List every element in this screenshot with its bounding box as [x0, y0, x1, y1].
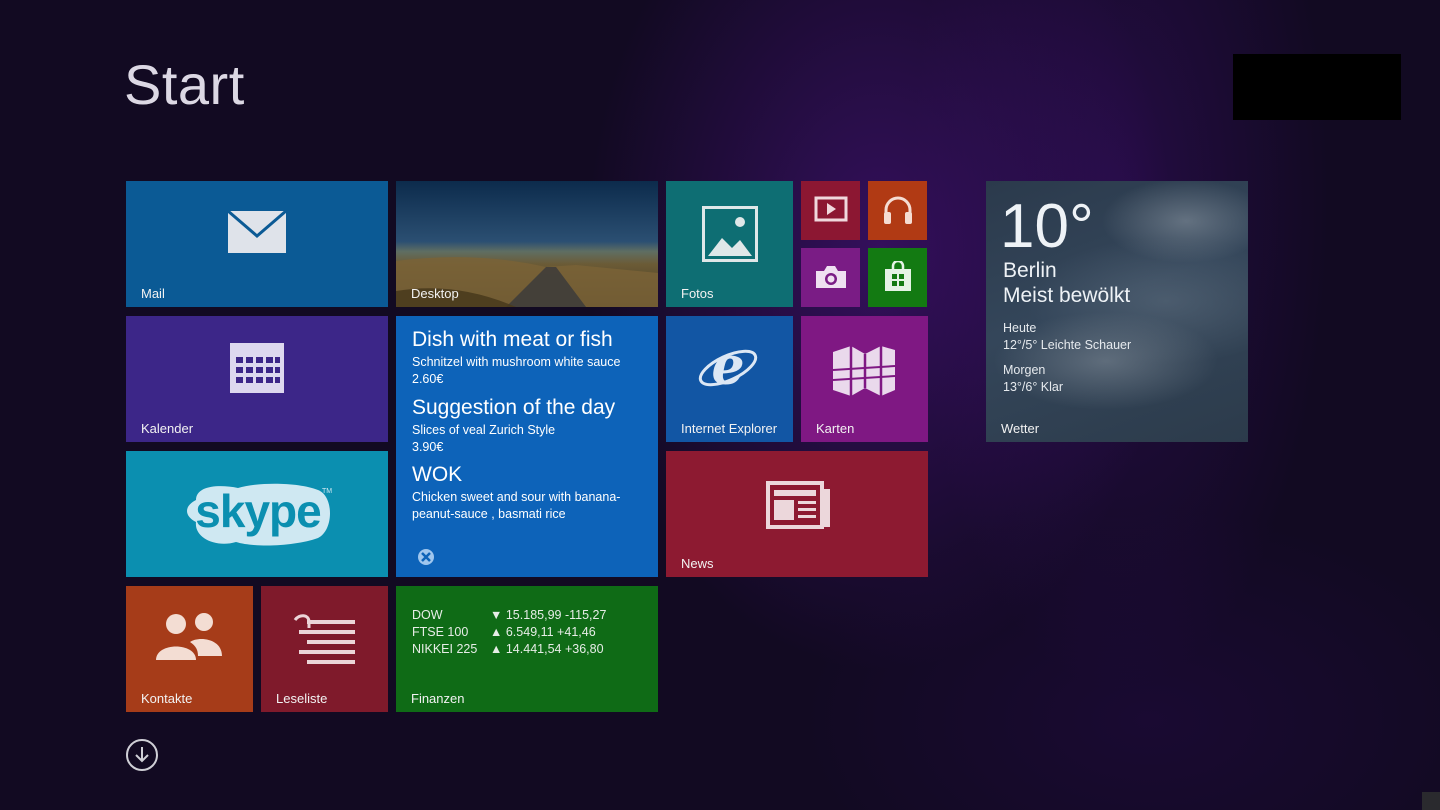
stock-value: 14.441,54 +36,80: [505, 642, 604, 656]
arrow-down-circle-icon: [134, 746, 150, 764]
menu-heading: Suggestion of the day: [412, 396, 616, 419]
forecast-today-label: Heute: [1003, 321, 1037, 335]
weather-temperature: 10°: [1000, 192, 1094, 261]
tile-kontakte[interactable]: Kontakte: [126, 586, 253, 712]
stock-name: DOW: [412, 608, 443, 622]
forecast-tomorrow-label: Morgen: [1003, 363, 1046, 377]
tile-label: Internet Explorer: [681, 421, 778, 436]
tile-label: Desktop: [411, 286, 459, 301]
calendar-icon: [228, 341, 286, 395]
tile-video[interactable]: [801, 181, 860, 240]
down-arrow-icon: ▼: [490, 608, 503, 622]
tile-wetter[interactable]: 10° Berlin Meist bewölkt Heute 12°/5° Le…: [986, 181, 1248, 442]
tile-cafeteria-menu[interactable]: Dish with meat or fish Schnitzel with mu…: [396, 316, 658, 577]
tile-label: Wetter: [1001, 421, 1040, 436]
up-arrow-icon: ▲: [490, 625, 503, 639]
video-icon: [814, 196, 848, 222]
mail-icon: [226, 209, 288, 255]
corner-indicator: [1422, 792, 1440, 810]
menu-item-text: Schnitzel with mushroom white sauce: [412, 355, 621, 369]
menu-item-price: 3.90€: [412, 440, 444, 454]
tile-finanzen[interactable]: DOW ▼ 15.185,99 -115,27 FTSE 100 ▲ 6.549,1…: [396, 586, 658, 712]
start-title: Start: [124, 53, 245, 116]
stock-value: 6.549,11 +41,46: [505, 625, 596, 639]
stock-name: NIKKEI 225: [412, 642, 478, 656]
stock-row: FTSE 100 ▲ 6.549,11 +41,46: [412, 625, 596, 642]
trademark: TM: [322, 488, 333, 495]
stock-row: NIKKEI 225 ▲ 14.441,54 +36,80: [412, 642, 604, 659]
tile-karten[interactable]: Karten: [801, 316, 928, 442]
tile-label: Fotos: [681, 286, 714, 301]
headphones-icon: [881, 193, 915, 227]
app-badge-icon: [416, 547, 436, 567]
menu-heading: Dish with meat or fish: [412, 328, 613, 351]
skype-wordmark: skype: [195, 485, 321, 537]
reading-list-icon: [291, 614, 359, 666]
menu-item-price: 2.60€: [412, 372, 444, 386]
photos-icon: [702, 206, 758, 262]
camera-icon: [813, 263, 849, 291]
tile-news[interactable]: News: [666, 451, 928, 577]
tile-label: Kalender: [141, 421, 194, 436]
stock-name: FTSE 100: [412, 625, 469, 639]
menu-heading: WOK: [412, 463, 463, 486]
tile-skype[interactable]: skype TM: [126, 451, 388, 577]
tile-label: Finanzen: [411, 691, 465, 706]
tile-internet-explorer[interactable]: e Internet Explorer: [666, 316, 793, 442]
forecast-tomorrow: 13°/6° Klar: [1003, 380, 1064, 394]
tile-camera[interactable]: [801, 248, 860, 307]
user-account-box[interactable]: [1233, 54, 1401, 120]
tile-leseliste[interactable]: Leseliste: [261, 586, 388, 712]
stock-value: 15.185,99 -115,27: [505, 608, 607, 622]
tile-label: Karten: [816, 421, 855, 436]
internet-explorer-icon: e: [696, 338, 760, 398]
menu-item-text: Chicken sweet and sour with banana-: [412, 490, 621, 504]
weather-condition: Meist bewölkt: [1003, 284, 1131, 307]
menu-item-text: Slices of veal Zurich Style: [412, 423, 556, 437]
stock-row: DOW ▼ 15.185,99 -115,27: [412, 608, 606, 625]
tile-music[interactable]: [868, 181, 927, 240]
tile-label: News: [681, 556, 714, 571]
tile-kalender[interactable]: Kalender: [126, 316, 388, 442]
tile-fotos[interactable]: Fotos: [666, 181, 793, 307]
svg-text:e: e: [711, 338, 744, 397]
weather-city: Berlin: [1003, 259, 1057, 282]
tile-label: Leseliste: [276, 691, 328, 706]
menu-item-text: peanut-sauce , basmati rice: [412, 507, 566, 521]
tile-store[interactable]: [868, 248, 927, 307]
all-apps-button[interactable]: [126, 739, 158, 771]
store-icon: [881, 260, 915, 294]
tile-label: Kontakte: [141, 691, 193, 706]
newspaper-icon: [766, 479, 832, 531]
tile-label: Mail: [141, 286, 165, 301]
map-icon: [831, 342, 897, 398]
forecast-today: 12°/5° Leichte Schauer: [1003, 338, 1132, 352]
tile-mail[interactable]: Mail: [126, 181, 388, 307]
tile-desktop[interactable]: Desktop: [396, 181, 658, 307]
skype-logo: skype TM: [178, 478, 338, 550]
people-icon: [154, 610, 224, 664]
up-arrow-icon: ▲: [490, 642, 503, 656]
